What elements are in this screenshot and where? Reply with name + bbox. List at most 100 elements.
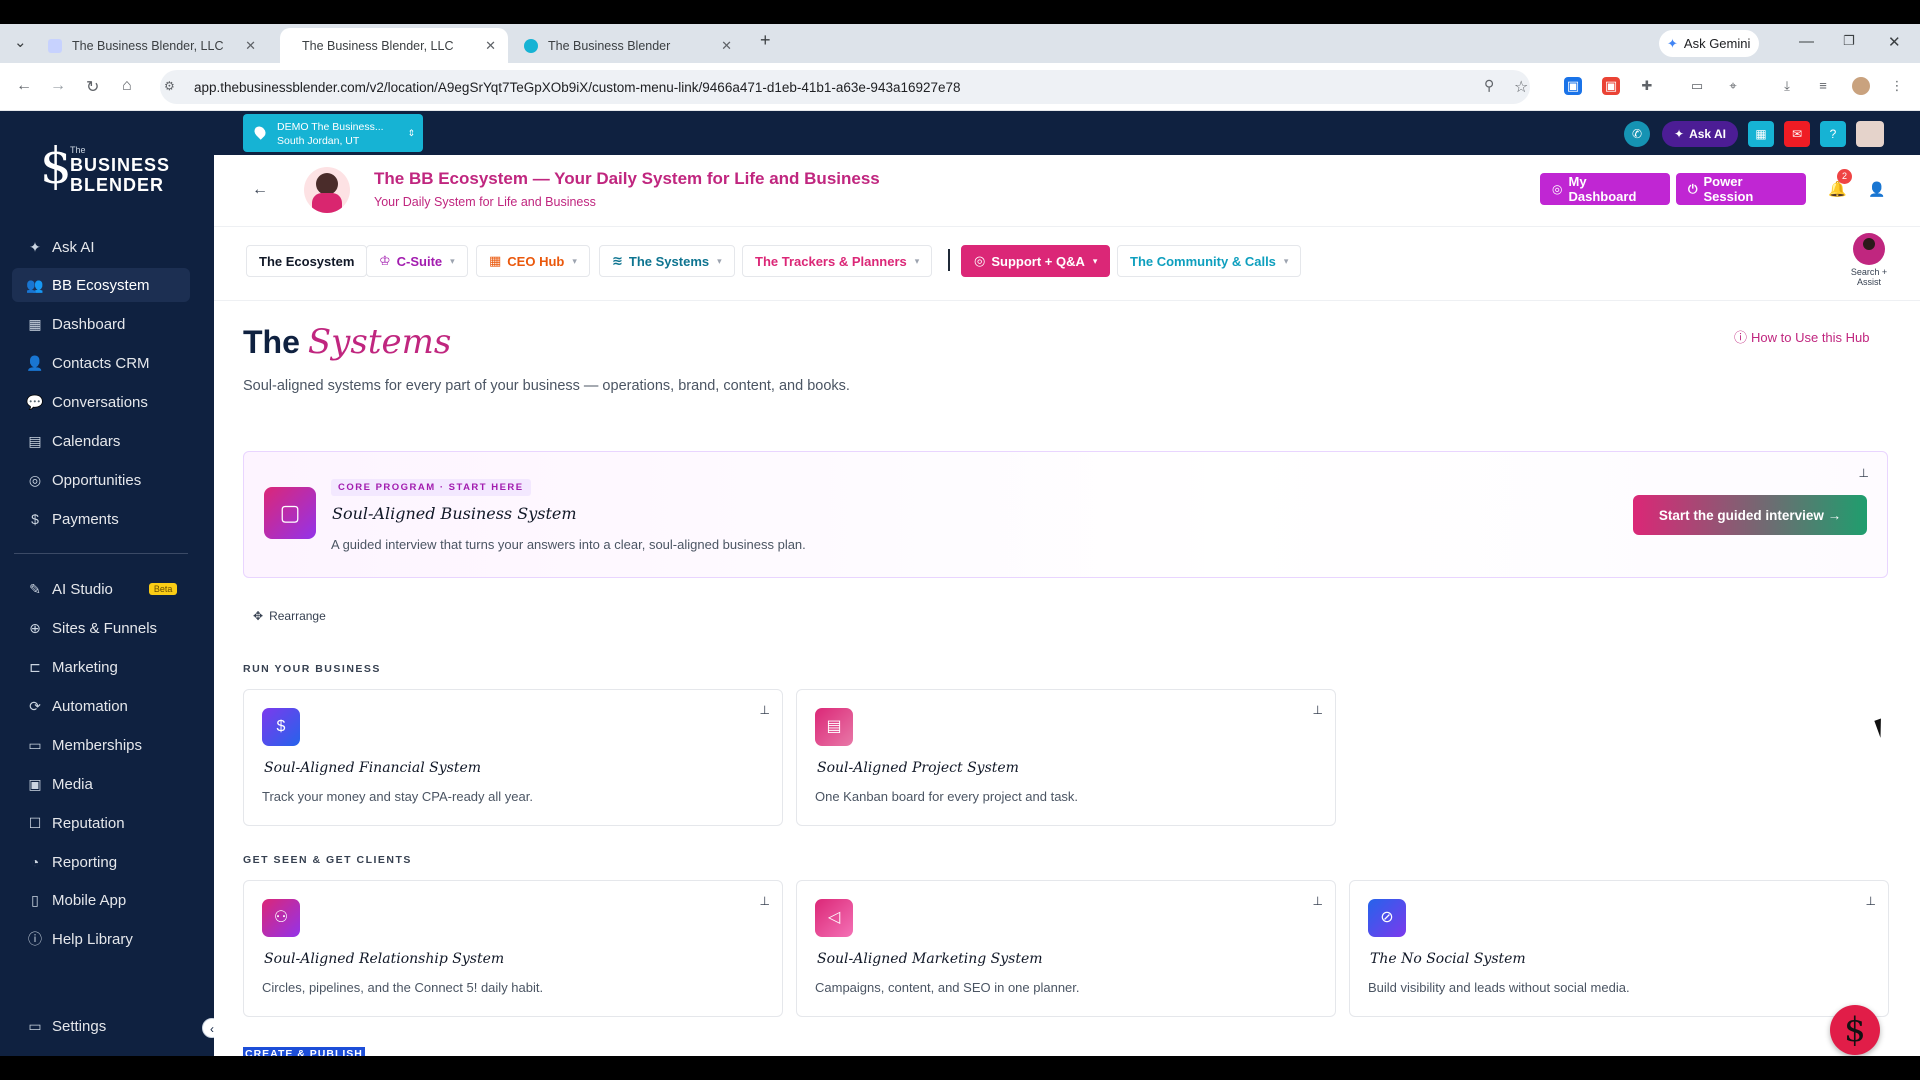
sidebar-item-label: Sites & Funnels bbox=[52, 619, 158, 637]
my-dashboard-label: My Dashboard bbox=[1568, 174, 1637, 204]
system-card-desc: Track your money and stay CPA-ready all … bbox=[262, 789, 533, 804]
back-icon[interactable]: ← bbox=[16, 77, 32, 95]
help-button[interactable]: ? bbox=[1820, 121, 1846, 147]
close-icon[interactable]: ✕ bbox=[245, 38, 256, 54]
forward-icon[interactable]: → bbox=[50, 77, 66, 95]
window-close-icon[interactable]: ✕ bbox=[1888, 33, 1901, 51]
sidebar-item-calendars[interactable]: ▤ Calendars bbox=[12, 424, 190, 458]
media-icon[interactable]: ≡ bbox=[1814, 77, 1832, 95]
reputation-icon: ☐ bbox=[28, 814, 42, 831]
sidebar-item-conversations[interactable]: 💬 Conversations bbox=[12, 385, 190, 419]
home-icon[interactable]: ⌂ bbox=[122, 77, 132, 95]
calendar-icon: ▤ bbox=[28, 432, 42, 449]
browser-tab-2[interactable]: The Business Blender, LLC ✕ bbox=[280, 28, 508, 63]
system-card-no-social[interactable]: ⊘ The No Social System Build visibility … bbox=[1349, 880, 1889, 1017]
search-assist-button[interactable]: Search + Assist bbox=[1844, 233, 1894, 287]
system-card-project[interactable]: ▤ Soul-Aligned Project System One Kanban… bbox=[796, 689, 1336, 826]
sidebar-item-sites-funnels[interactable]: ⊕ Sites & Funnels bbox=[12, 611, 190, 645]
sidebar-item-opportunities[interactable]: ◎ Opportunities bbox=[12, 463, 190, 497]
location-icon[interactable]: ⌖ bbox=[1724, 77, 1742, 95]
extension-1-icon[interactable]: ▣ bbox=[1564, 77, 1582, 95]
rearrange-button[interactable]: ✥ Rearrange bbox=[253, 609, 326, 623]
user-icon[interactable]: 👤 bbox=[1868, 181, 1885, 198]
close-icon[interactable]: ✕ bbox=[721, 38, 732, 54]
tab-the-systems[interactable]: ≋ The Systems ▾ bbox=[599, 245, 735, 277]
sidebar-item-dashboard[interactable]: ▦ Dashboard bbox=[12, 307, 190, 341]
sidebar-item-reputation[interactable]: ☐ Reputation bbox=[12, 806, 190, 840]
sidebar-item-ask-ai[interactable]: ✦ Ask AI bbox=[12, 230, 190, 264]
ecosystem-avatar bbox=[304, 167, 350, 213]
power-session-button[interactable]: ⏻ Power Session bbox=[1676, 173, 1806, 205]
reload-icon[interactable]: ↻ bbox=[86, 77, 99, 97]
system-card-relationship[interactable]: ⚇ Soul-Aligned Relationship System Circl… bbox=[243, 880, 783, 1017]
section-run-your-business: RUN YOUR BUSINESS bbox=[243, 663, 381, 675]
zoom-icon[interactable]: ⚲ bbox=[1484, 77, 1494, 94]
my-dashboard-button[interactable]: ◎ My Dashboard bbox=[1540, 173, 1670, 205]
restore-icon[interactable]: ❐ bbox=[1843, 33, 1855, 49]
sidebar-item-ai-studio[interactable]: ✎ AI Studio Beta bbox=[12, 572, 190, 606]
close-icon[interactable]: ✕ bbox=[485, 38, 496, 54]
alerts-button[interactable]: ✉ bbox=[1784, 121, 1810, 147]
pin-icon[interactable]: ⊥ bbox=[1313, 703, 1323, 717]
core-program-title: Soul-Aligned Business System bbox=[332, 504, 577, 523]
profile-avatar[interactable] bbox=[1852, 77, 1870, 95]
page-title: The Systems bbox=[243, 322, 451, 362]
pin-icon[interactable]: ⊥ bbox=[760, 703, 770, 717]
how-to-use-link[interactable]: ⓘ How to Use this Hub bbox=[1734, 327, 1870, 346]
sidebar-item-automation[interactable]: ⟳ Automation bbox=[12, 689, 190, 723]
marketplace-button[interactable]: ▦ bbox=[1748, 121, 1774, 147]
tab-trackers-planners[interactable]: The Trackers & Planners ▾ bbox=[742, 245, 933, 277]
sidebar-item-mobile-app[interactable]: ▯ Mobile App bbox=[12, 883, 190, 917]
site-info-icon[interactable]: ⚙ bbox=[164, 79, 175, 93]
tab-community-calls[interactable]: The Community & Calls ▾ bbox=[1117, 245, 1302, 277]
sidebar-item-media[interactable]: ▣ Media bbox=[12, 767, 190, 801]
user-avatar[interactable] bbox=[1856, 121, 1884, 147]
sidebar-item-contacts[interactable]: 👤 Contacts CRM bbox=[12, 346, 190, 380]
card-icon[interactable]: ▭ bbox=[1688, 77, 1706, 95]
phone-button[interactable]: ✆ bbox=[1624, 121, 1650, 147]
tab-the-ecosystem[interactable]: The Ecosystem bbox=[246, 245, 368, 277]
new-tab-icon[interactable]: + bbox=[760, 30, 771, 51]
browser-tab-label: The Business Blender bbox=[548, 38, 671, 53]
download-icon[interactable]: ⤓ bbox=[1778, 77, 1796, 95]
tab-search-icon[interactable]: ⌄ bbox=[14, 33, 27, 51]
sidebar-item-settings[interactable]: ▭ Settings bbox=[12, 1009, 190, 1043]
start-interview-button[interactable]: Start the guided interview → bbox=[1633, 495, 1867, 535]
system-card-financial[interactable]: $ Soul-Aligned Financial System Track yo… bbox=[243, 689, 783, 826]
sidebar-item-help-library[interactable]: ⓘ Help Library bbox=[12, 922, 190, 956]
ask-ai-button[interactable]: ✦ Ask AI bbox=[1662, 121, 1738, 147]
tab-label: The Ecosystem bbox=[259, 253, 355, 269]
sidebar-item-memberships[interactable]: ▭ Memberships bbox=[12, 728, 190, 762]
store-icon: ▦ bbox=[1755, 127, 1767, 141]
sidebar-item-payments[interactable]: $ Payments bbox=[12, 502, 190, 536]
chevron-down-icon: ▾ bbox=[450, 255, 455, 266]
sidebar-item-bb-ecosystem[interactable]: 👥 BB Ecosystem bbox=[12, 268, 190, 302]
bookmark-star-icon[interactable]: ☆ bbox=[1514, 77, 1528, 97]
dollar-chat-button[interactable]: $ bbox=[1830, 1005, 1880, 1055]
tab-c-suite[interactable]: ♔ C-Suite ▾ bbox=[366, 245, 468, 277]
sidebar-item-marketing[interactable]: ⊏ Marketing bbox=[12, 650, 190, 684]
minimize-icon[interactable]: — bbox=[1799, 33, 1814, 50]
browser-tab-3[interactable]: The Business Blender ✕ bbox=[512, 28, 744, 63]
chat-icon: 💬 bbox=[26, 393, 44, 410]
sidebar-item-label: Dashboard bbox=[52, 315, 126, 333]
pin-icon[interactable]: ⊥ bbox=[1859, 466, 1869, 480]
phone-icon: ▯ bbox=[31, 891, 39, 908]
pin-icon[interactable]: ⊥ bbox=[1866, 894, 1876, 908]
sidebar-item-label: Automation bbox=[52, 697, 128, 715]
url-field[interactable]: app.thebusinessblender.com/v2/location/A… bbox=[160, 70, 1530, 104]
chrome-menu-icon[interactable]: ⋮ bbox=[1888, 77, 1906, 95]
business-blender-logo[interactable]: $ The BUSINESS BLENDER bbox=[40, 137, 170, 199]
location-switcher[interactable]: DEMO The Business... South Jordan, UT ⇕ bbox=[243, 114, 423, 152]
pin-icon[interactable]: ⊥ bbox=[760, 894, 770, 908]
browser-tab-1[interactable]: The Business Blender, LLC ✕ bbox=[36, 28, 268, 63]
ask-gemini-button[interactable]: ✦ Ask Gemini bbox=[1659, 30, 1759, 57]
back-arrow-icon[interactable]: ← bbox=[252, 181, 268, 199]
extensions-puzzle-icon[interactable]: ✚ bbox=[1638, 77, 1656, 95]
tab-ceo-hub[interactable]: ▦ CEO Hub ▾ bbox=[476, 245, 590, 277]
tab-support-qa[interactable]: ◎ Support + Q&A ▾ bbox=[961, 245, 1111, 277]
sidebar-item-reporting[interactable]: ◔ Reporting bbox=[12, 845, 190, 879]
extension-2-icon[interactable]: ▣ bbox=[1602, 77, 1620, 95]
pin-icon[interactable]: ⊥ bbox=[1313, 894, 1323, 908]
system-card-marketing[interactable]: ◁ Soul-Aligned Marketing System Campaign… bbox=[796, 880, 1336, 1017]
